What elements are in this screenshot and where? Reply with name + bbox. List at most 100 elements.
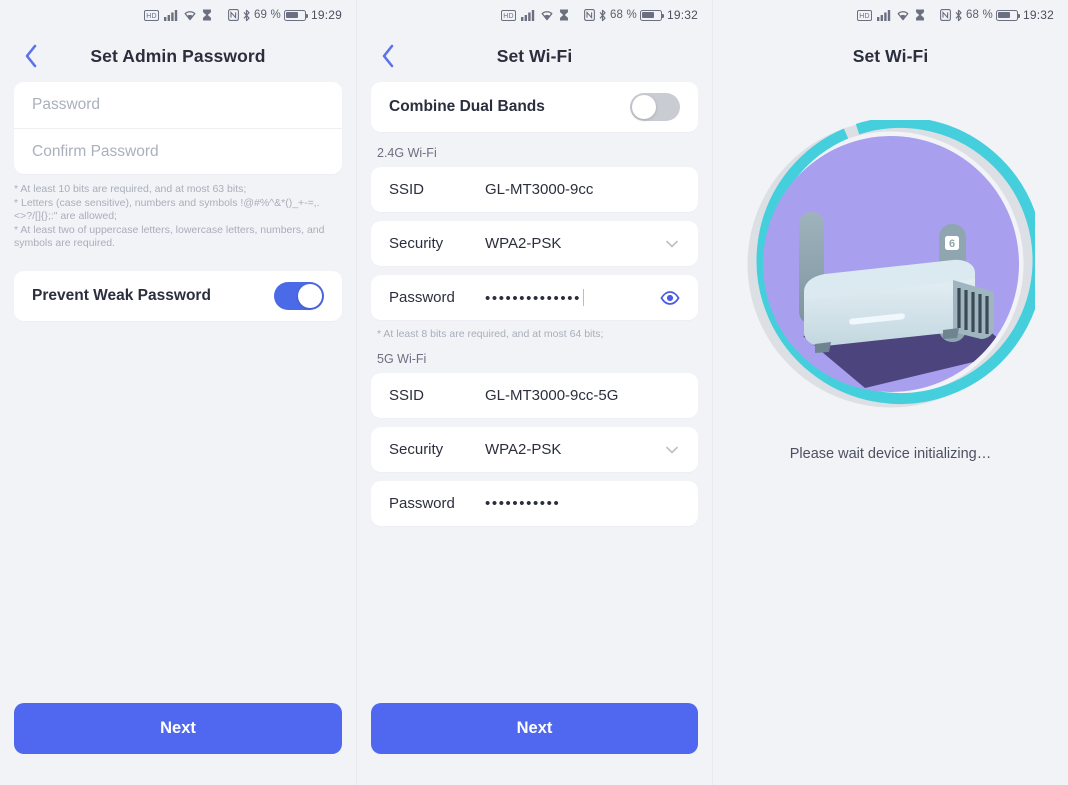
next-button[interactable]: Next <box>14 703 342 754</box>
clock-label: 19:29 <box>310 8 342 22</box>
hd-icon: HD <box>144 9 159 21</box>
battery-icon <box>995 9 1021 21</box>
status-icons-right-group: 69 % 19:29 <box>212 8 342 22</box>
screen-device-initializing: HD 68 % 19:32 Set Wi-Fi 6 Please wait de… <box>712 0 1068 785</box>
signal-icon <box>520 9 535 21</box>
wifi-icon <box>896 9 910 21</box>
password-masked-value: •••••••••••••• <box>485 289 581 307</box>
password-input[interactable]: Password <box>32 96 100 114</box>
status-icons-right-group: 68 % 19:32 <box>925 8 1055 22</box>
svg-text:HD: HD <box>503 13 514 20</box>
combine-dual-bands-toggle[interactable] <box>630 93 680 121</box>
back-button[interactable] <box>375 43 401 69</box>
hourglass-icon <box>202 9 212 21</box>
ssid-row-5g[interactable]: SSID GL-MT3000-9cc-5G <box>371 373 698 418</box>
ssid-label: SSID <box>389 387 425 404</box>
wifi-password-hint: * At least 8 bits are required, and at m… <box>377 328 604 340</box>
combine-dual-bands-row[interactable]: Combine Dual Bands <box>371 82 698 132</box>
battery-icon <box>639 9 665 21</box>
password-label: Password <box>389 289 455 306</box>
chevron-left-icon <box>382 44 394 68</box>
password-masked-value[interactable]: ••••••••••• <box>485 495 680 512</box>
security-value[interactable]: WPA2-PSK <box>485 235 664 252</box>
signal-icon <box>876 9 891 21</box>
ssid-label: SSID <box>389 181 425 198</box>
prevent-weak-password-label: Prevent Weak Password <box>32 286 211 304</box>
navbar-3: Set Wi-Fi <box>713 30 1068 82</box>
nfc-icon <box>584 9 595 21</box>
eye-icon[interactable] <box>660 288 680 308</box>
screen-set-admin-password: HD 69 % 19:29 Set Admin Password Passwor… <box>0 0 356 785</box>
section-title-24g: 2.4G Wi-Fi <box>377 146 437 160</box>
status-icons-left-group: HD <box>856 9 925 21</box>
battery-percent-label: 68 % <box>609 9 637 21</box>
security-row-5g[interactable]: Security WPA2-PSK <box>371 427 698 472</box>
nfc-icon <box>228 9 239 21</box>
prevent-weak-password-card: Prevent Weak Password <box>14 270 342 321</box>
ssid-input[interactable]: GL-MT3000-9cc <box>485 181 680 198</box>
ssid-input[interactable]: GL-MT3000-9cc-5G <box>485 387 680 404</box>
status-bar-3: HD 68 % 19:32 <box>713 0 1068 30</box>
back-button[interactable] <box>18 43 44 69</box>
battery-percent-label: 68 % <box>965 9 993 21</box>
status-bar-1: HD 69 % 19:29 <box>0 0 356 30</box>
security-value[interactable]: WPA2-PSK <box>485 441 664 458</box>
next-button[interactable]: Next <box>371 703 698 754</box>
bluetooth-icon <box>954 9 963 22</box>
password-card-24g: Password •••••••••••••• <box>371 275 698 320</box>
page-title: Set Admin Password <box>90 45 266 66</box>
signal-icon <box>164 9 178 21</box>
password-field-row[interactable]: Password <box>14 82 342 128</box>
confirm-password-field-row[interactable]: Confirm Password <box>14 128 342 174</box>
screens-container: HD 69 % 19:29 Set Admin Password Passwor… <box>0 0 1068 785</box>
toggle-knob <box>298 283 322 308</box>
status-icons-left-group: HD <box>500 9 569 21</box>
chevron-down-icon[interactable] <box>664 442 680 458</box>
security-row-24g[interactable]: Security WPA2-PSK <box>371 221 698 266</box>
ssid-row-24g[interactable]: SSID GL-MT3000-9cc <box>371 167 698 212</box>
wifi6-router-illustration: WiFi 6 <box>747 120 1035 408</box>
confirm-password-input[interactable]: Confirm Password <box>32 143 159 161</box>
status-bar-2: HD 68 % 19:32 <box>357 0 712 30</box>
text-caret <box>582 288 584 306</box>
ssid-card-5g: SSID GL-MT3000-9cc-5G <box>371 373 698 418</box>
password-rules-hint: * At least 10 bits are required, and at … <box>14 183 325 249</box>
chevron-left-icon <box>25 44 37 68</box>
password-label: Password <box>389 495 455 512</box>
hourglass-icon <box>559 9 569 21</box>
page-title: Set Wi-Fi <box>496 45 573 66</box>
navbar-2: Set Wi-Fi <box>357 30 712 82</box>
clock-label: 19:32 <box>1022 8 1054 22</box>
prevent-weak-password-row[interactable]: Prevent Weak Password <box>14 271 342 321</box>
toggle-knob <box>632 95 656 119</box>
security-label: Security <box>389 441 444 458</box>
initializing-block: WiFi 6 <box>713 120 1068 462</box>
security-card-24g: Security WPA2-PSK <box>371 221 698 266</box>
page-title: Set Wi-Fi <box>852 45 929 66</box>
prevent-weak-password-toggle[interactable] <box>274 281 324 310</box>
chevron-down-icon[interactable] <box>664 236 680 252</box>
section-title-5g: 5G Wi-Fi <box>377 352 427 366</box>
nfc-icon <box>940 9 951 21</box>
security-card-5g: Security WPA2-PSK <box>371 427 698 472</box>
navbar-1: Set Admin Password <box>0 30 356 82</box>
battery-percent-label: 69 % <box>253 9 281 21</box>
battery-icon <box>283 9 309 21</box>
combine-dual-bands-card: Combine Dual Bands <box>371 82 698 132</box>
svg-text:HD: HD <box>146 13 157 20</box>
combine-dual-bands-label: Combine Dual Bands <box>389 98 545 115</box>
bluetooth-icon <box>242 9 251 22</box>
screen-set-wifi: HD 68 % 19:32 Set Wi-Fi Combine Dual Ban… <box>356 0 712 785</box>
wifi-icon <box>540 9 554 21</box>
hd-icon: HD <box>500 9 516 21</box>
password-row-5g[interactable]: Password ••••••••••• <box>371 481 698 526</box>
password-card-5g: Password ••••••••••• <box>371 481 698 526</box>
wifi-icon <box>183 9 197 21</box>
clock-label: 19:32 <box>666 8 698 22</box>
password-card: Password Confirm Password <box>14 82 342 174</box>
password-row-24g[interactable]: Password •••••••••••••• <box>371 275 698 320</box>
password-input[interactable]: •••••••••••••• <box>485 288 660 307</box>
ssid-card-24g: SSID GL-MT3000-9cc <box>371 167 698 212</box>
status-icons-right-group: 68 % 19:32 <box>569 8 699 22</box>
bluetooth-icon <box>598 9 607 22</box>
